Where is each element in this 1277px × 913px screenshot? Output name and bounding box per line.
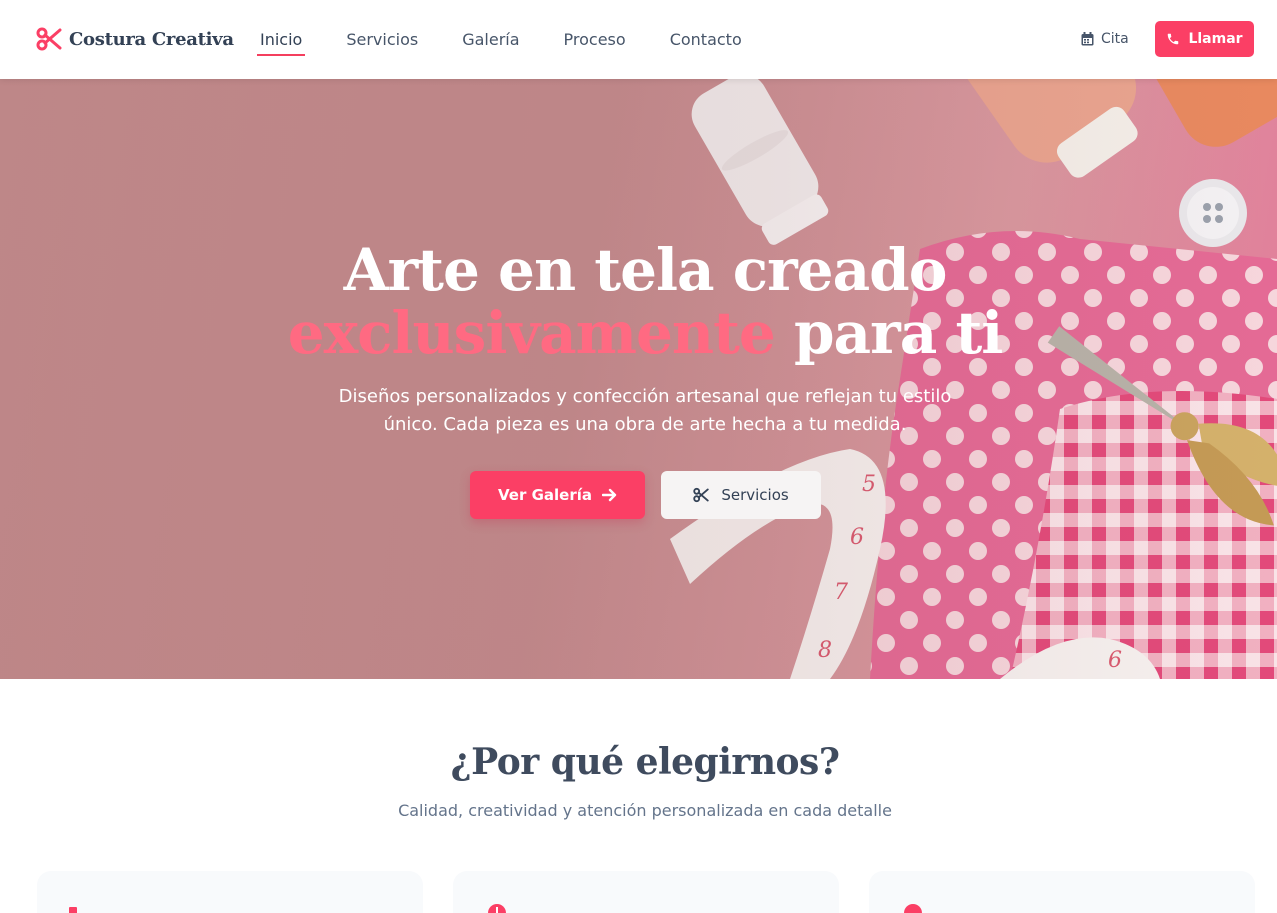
why-subtitle: Calidad, creatividad y atención personal… (398, 801, 892, 820)
clock-icon (488, 904, 506, 913)
hero-title-rest: para ti (794, 299, 1003, 367)
ver-galeria-label: Ver Galería (498, 486, 592, 504)
scissors-icon (36, 27, 62, 51)
ver-galeria-button[interactable]: Ver Galería (470, 471, 645, 519)
nav-item-proceso[interactable]: Proceso (560, 30, 630, 49)
ruler-icon (69, 907, 77, 913)
cita-label: Cita (1101, 31, 1129, 47)
hero-subtitle-line2: único. Cada pieza es una obra de arte he… (383, 414, 907, 435)
nav-item-inicio[interactable]: Inicio (256, 30, 306, 56)
servicios-button[interactable]: Servicios (661, 471, 821, 519)
hero-section: 5 6 7 8 6 Arte en tela creado exclusivam… (0, 79, 1277, 679)
llamar-label: Llamar (1188, 31, 1243, 47)
why-title: ¿Por qué elegirnos? (450, 741, 840, 783)
servicios-label: Servicios (721, 486, 789, 504)
arrow-right-icon (602, 488, 617, 502)
cita-link[interactable]: Cita (1081, 31, 1129, 47)
nav-item-servicios[interactable]: Servicios (342, 30, 422, 49)
nav-item-contacto[interactable]: Contacto (666, 30, 746, 49)
main-nav: Inicio Servicios Galería Proceso Contact… (256, 30, 782, 56)
hero-subtitle: Diseños personalizados y confección arte… (300, 383, 990, 439)
brand-logo[interactable]: Costura Creativa (36, 26, 234, 52)
hero-overlay (0, 79, 1277, 679)
feature-card (453, 871, 839, 913)
site-header: Costura Creativa Inicio Servicios Galerí… (0, 0, 1277, 79)
hero-subtitle-line1: Diseños personalizados y confección arte… (338, 386, 952, 407)
llamar-button[interactable]: Llamar (1155, 21, 1254, 57)
feature-card (869, 871, 1255, 913)
phone-icon (1168, 33, 1179, 45)
nav-item-galeria[interactable]: Galería (458, 30, 523, 49)
hero-title-line2: exclusivamente para ti (0, 302, 1277, 364)
scissors-icon (693, 487, 710, 503)
brand-name: Costura Creativa (69, 28, 234, 50)
calendar-icon (1081, 32, 1094, 46)
feature-card (37, 871, 423, 913)
award-icon (904, 904, 922, 913)
hero-title-accent: exclusivamente (287, 299, 776, 367)
hero-title-line1: Arte en tela creado (343, 236, 948, 304)
